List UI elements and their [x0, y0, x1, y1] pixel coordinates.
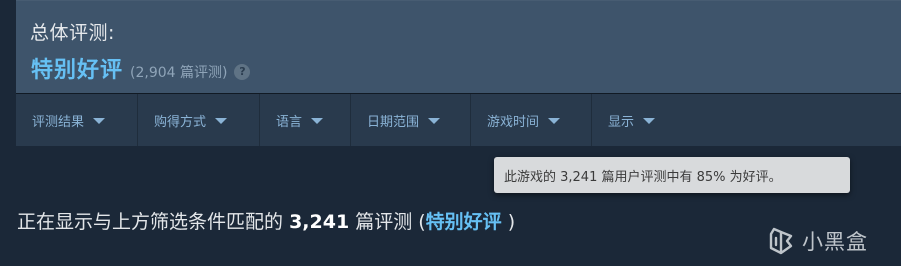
- filter-language[interactable]: 语言: [260, 94, 351, 146]
- filter-date-range[interactable]: 日期范围: [351, 94, 471, 146]
- results-rating: 特别好评: [425, 211, 502, 233]
- filter-label: 购得方式: [154, 114, 207, 130]
- filter-label: 游戏时间: [487, 114, 540, 130]
- results-suffix: 篇评测 (: [355, 211, 426, 233]
- results-prefix: 正在显示与上方筛选条件匹配的: [17, 211, 284, 233]
- chevron-down-icon: [311, 118, 324, 124]
- filter-label: 评测结果: [32, 114, 85, 130]
- chevron-down-icon: [215, 118, 228, 124]
- filter-review-type[interactable]: 评测结果: [16, 94, 138, 146]
- review-filter-bar: 评测结果 购得方式 语言 日期范围 游戏时间 显示: [16, 94, 901, 146]
- help-icon[interactable]: ?: [234, 64, 251, 80]
- results-summary-line: 正在显示与上方筛选条件匹配的 3,241 篇评测 (特别好评 ): [17, 207, 515, 234]
- filter-playtime[interactable]: 游戏时间: [471, 94, 592, 146]
- results-close: ): [507, 211, 516, 233]
- watermark: 小黑盒: [766, 225, 868, 257]
- filter-label: 语言: [276, 114, 303, 130]
- review-summary-panel: 总体评测: 特别好评 (2,904 篇评测) ?: [16, 0, 901, 94]
- filter-purchase-type[interactable]: 购得方式: [138, 94, 260, 146]
- chevron-down-icon: [643, 118, 656, 124]
- chevron-down-icon: [548, 118, 561, 124]
- overall-rating[interactable]: 特别好评: [31, 52, 123, 84]
- filter-display[interactable]: 显示: [592, 94, 683, 146]
- rating-row: 特别好评 (2,904 篇评测) ?: [31, 52, 251, 84]
- results-count: 3,241: [289, 211, 350, 233]
- box-logo-icon: [769, 227, 793, 255]
- filter-label: 显示: [608, 114, 635, 130]
- chevron-down-icon: [93, 118, 106, 124]
- review-count: (2,904 篇评测): [130, 65, 228, 81]
- overall-reviews-label: 总体评测:: [30, 22, 115, 44]
- watermark-label: 小黑盒: [802, 230, 868, 254]
- rating-tooltip: 此游戏的 3,241 篇用户评测中有 85% 为好评。: [494, 157, 850, 193]
- chevron-down-icon: [428, 118, 441, 124]
- filter-label: 日期范围: [367, 114, 420, 130]
